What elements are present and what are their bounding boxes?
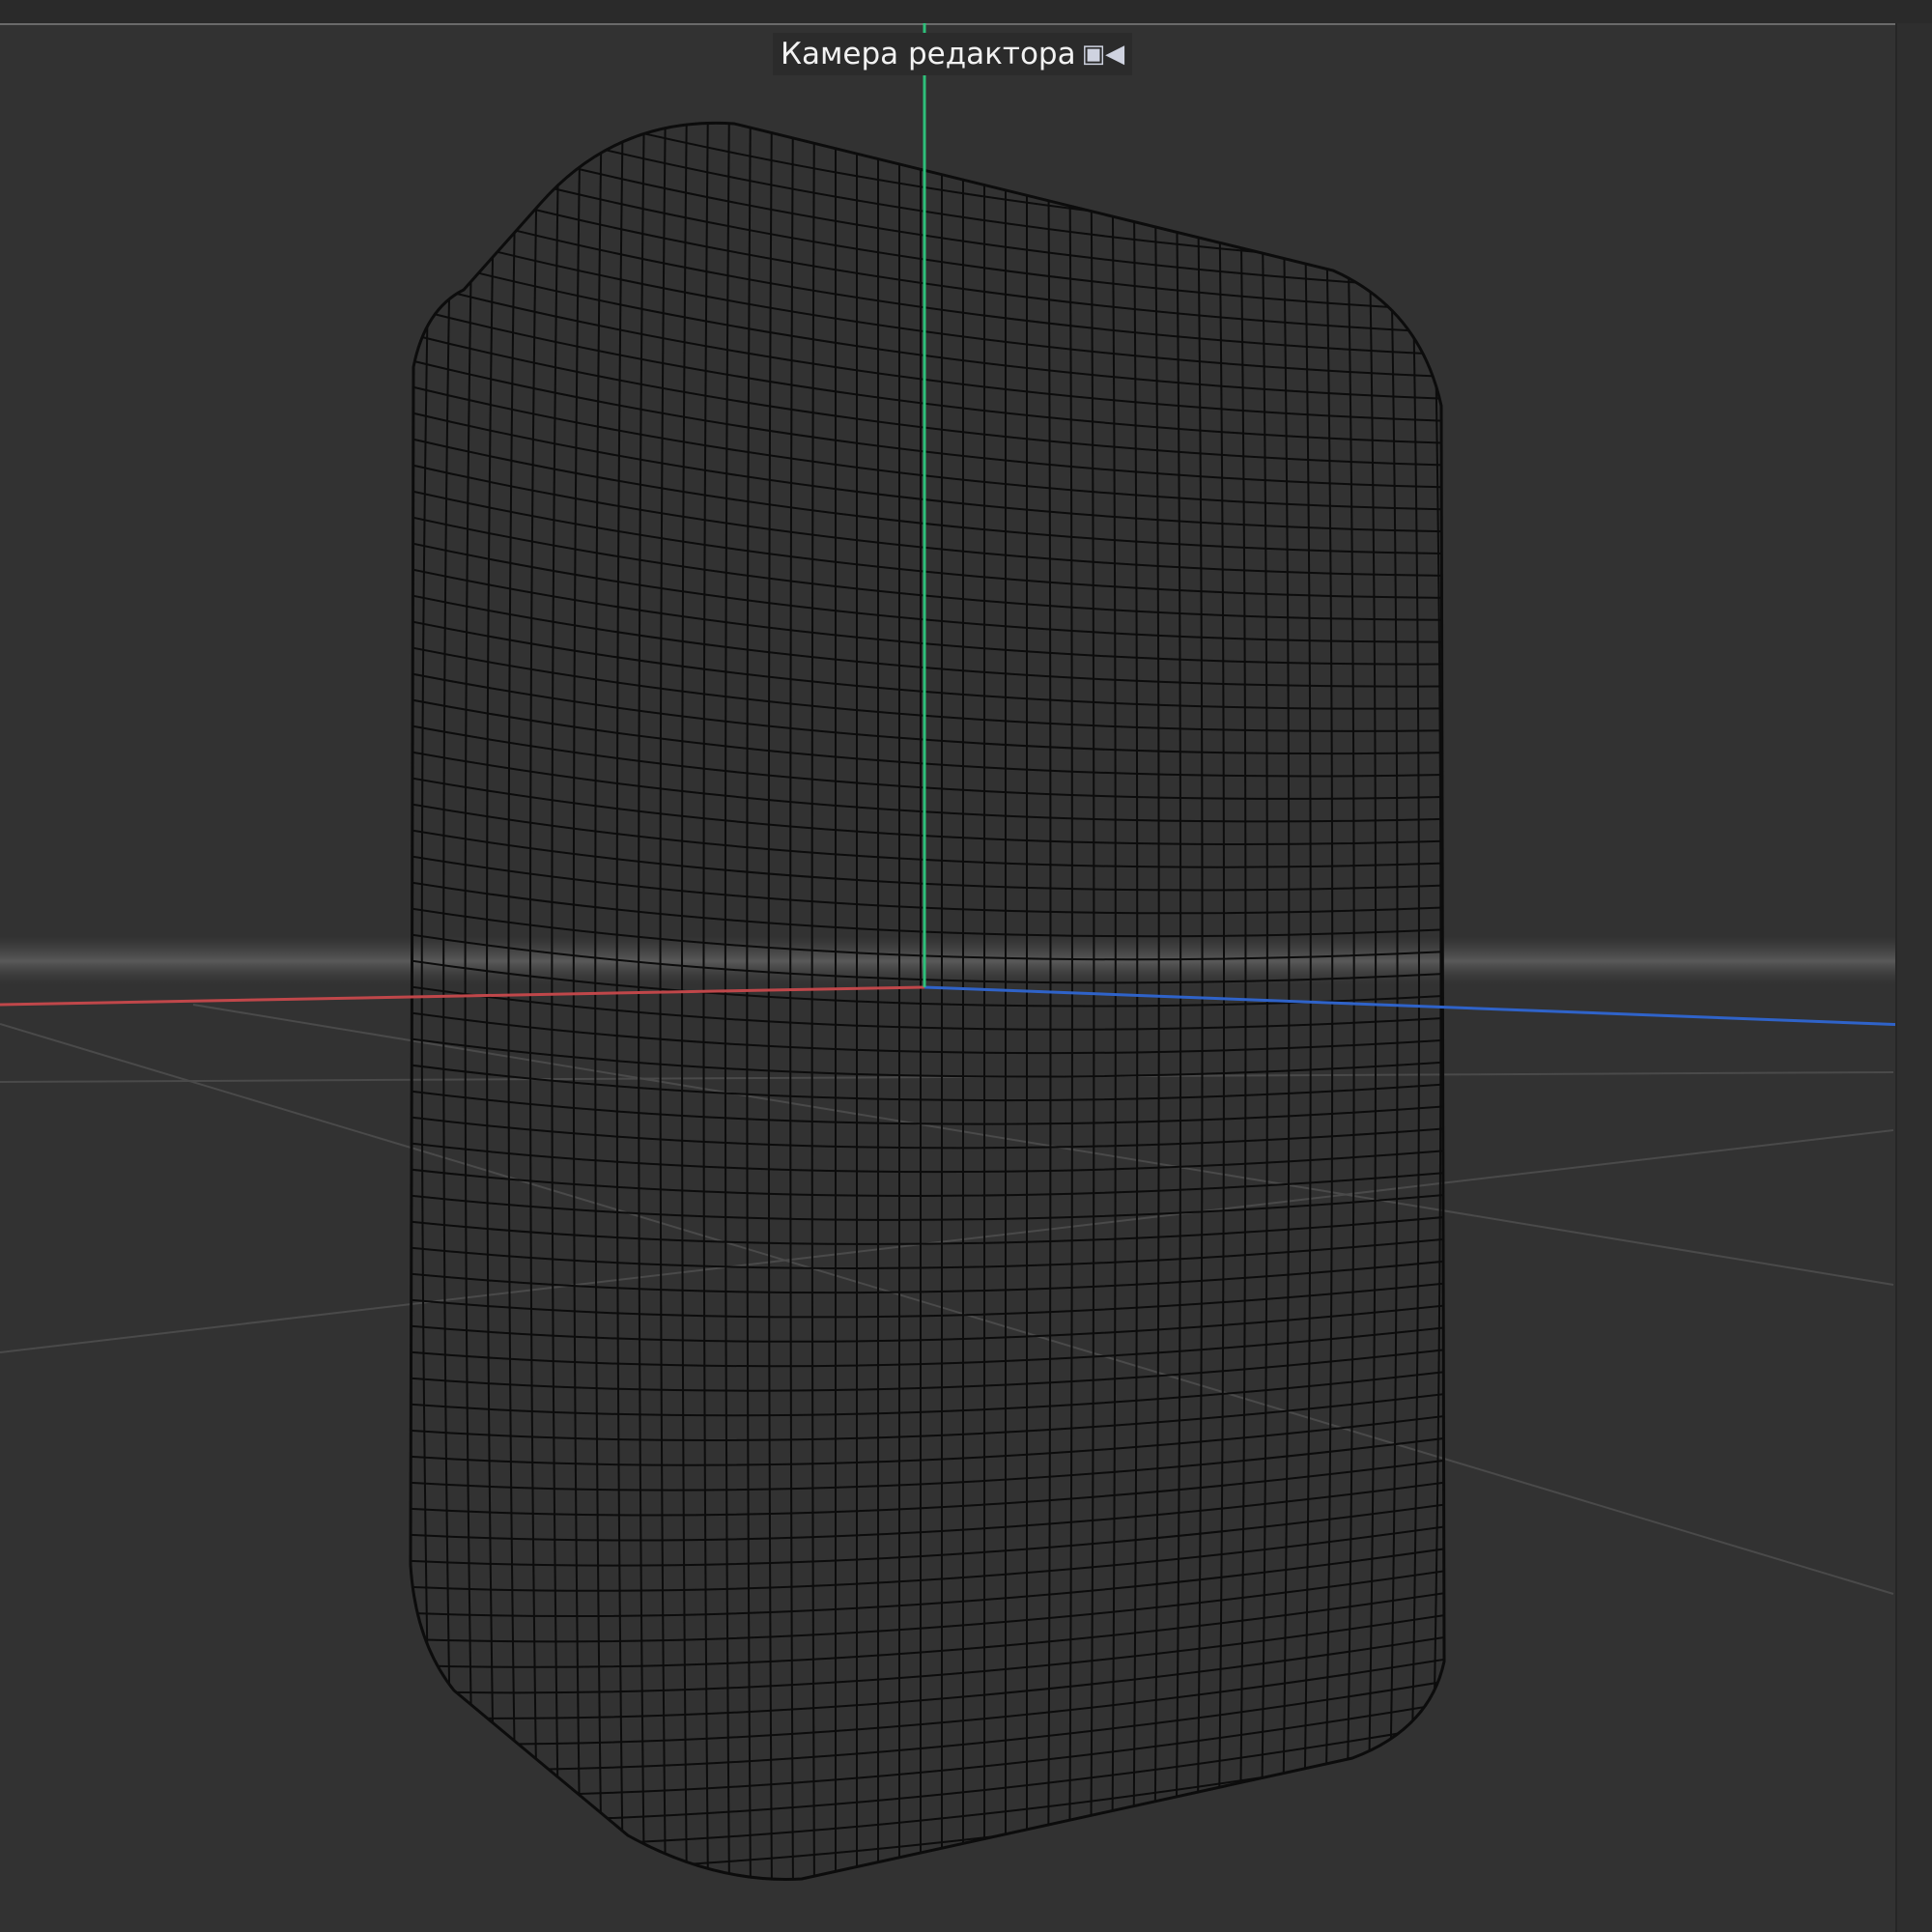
mesh-edge xyxy=(702,123,709,1880)
mesh-edge xyxy=(411,1746,1444,1850)
camera-icon: ▣◀ xyxy=(1081,40,1125,69)
mesh-edge xyxy=(411,463,1444,577)
mesh-edge xyxy=(411,1502,1444,1567)
mesh-edge xyxy=(411,1260,1444,1294)
mesh-edge xyxy=(411,724,1444,800)
mesh-edge xyxy=(411,1089,1444,1125)
mesh-edge xyxy=(411,1790,1444,1880)
mesh-edge xyxy=(1196,123,1204,1880)
mesh-edge xyxy=(1408,123,1420,1880)
mesh-edge xyxy=(411,227,1444,379)
mesh-edge xyxy=(411,123,1444,290)
mesh-edge xyxy=(411,123,1444,245)
mesh-edge xyxy=(1345,123,1355,1880)
mesh-edge xyxy=(411,123,412,1880)
mesh-edge xyxy=(411,1010,1444,1055)
mesh-edge xyxy=(411,1168,1444,1197)
mesh-edge xyxy=(411,175,1444,334)
mesh-edge xyxy=(1175,123,1182,1880)
mesh-edge xyxy=(767,123,773,1880)
x-axis-line xyxy=(0,985,925,1007)
mesh-edge xyxy=(1068,123,1073,1880)
mesh-edge xyxy=(411,305,1444,444)
mesh-edge xyxy=(411,567,1444,666)
mesh-edge xyxy=(810,123,815,1880)
mesh-edge xyxy=(594,123,603,1880)
mesh-edge xyxy=(875,123,879,1880)
mesh-edge xyxy=(1366,123,1378,1880)
mesh-edge xyxy=(411,1459,1444,1517)
mesh-edge xyxy=(411,357,1444,489)
mesh-edge xyxy=(411,1116,1444,1150)
mesh-edge xyxy=(638,123,645,1880)
mesh-edge xyxy=(411,541,1444,643)
mesh-edge xyxy=(1430,123,1442,1880)
mesh-edge xyxy=(411,1680,1444,1772)
mesh-edge xyxy=(411,697,1444,778)
ground-grid xyxy=(0,1004,1894,1595)
mesh-edge xyxy=(411,279,1444,422)
mesh-edge xyxy=(1026,123,1031,1880)
mesh-edge xyxy=(411,1414,1444,1466)
mesh-edge xyxy=(411,645,1444,732)
mesh-edge xyxy=(411,253,1444,400)
mesh-edge xyxy=(1238,123,1247,1880)
mesh-edge xyxy=(411,1658,1444,1746)
mesh-edge xyxy=(1302,123,1312,1880)
mesh-edge xyxy=(411,1282,1444,1319)
mesh-edge xyxy=(411,1193,1444,1221)
mesh-edge xyxy=(411,750,1444,823)
mesh-edge xyxy=(411,1481,1444,1542)
mesh-edge xyxy=(1047,123,1052,1880)
mesh-edge xyxy=(962,123,965,1880)
mesh-edge xyxy=(411,1569,1444,1643)
mesh-edge xyxy=(1281,123,1291,1880)
mesh-edge xyxy=(897,123,900,1880)
mesh-edge xyxy=(411,1524,1444,1592)
mesh-edge xyxy=(411,1768,1444,1876)
camera-selector[interactable]: Камера редактора ▣◀ xyxy=(773,33,1133,75)
mesh-edge xyxy=(411,1325,1444,1368)
mesh-edge xyxy=(411,149,1444,312)
mesh-edge xyxy=(411,1370,1444,1417)
mesh-edge xyxy=(659,123,667,1880)
mesh-edge xyxy=(411,1037,1444,1078)
mesh-edge xyxy=(411,1723,1444,1824)
horizon-band xyxy=(0,937,1932,985)
mesh-edge xyxy=(411,489,1444,599)
mesh-edge xyxy=(411,515,1444,621)
mesh-edge xyxy=(411,1348,1444,1392)
mesh-edge xyxy=(411,1635,1444,1719)
mesh-edge xyxy=(789,123,794,1880)
mesh-edge xyxy=(615,123,624,1880)
scene-canvas[interactable] xyxy=(0,0,1932,1932)
scene-viewport[interactable]: Камера редактора ▣◀ xyxy=(0,0,1932,1932)
mesh-edge xyxy=(411,1812,1444,1880)
right-panel-edge[interactable] xyxy=(1895,23,1932,1932)
mesh-edge xyxy=(411,619,1444,710)
mesh-edge xyxy=(411,984,1444,1031)
mesh-edge xyxy=(411,1547,1444,1618)
camera-label: Камера редактора xyxy=(781,37,1076,71)
mesh-edge xyxy=(854,123,858,1880)
mesh-edge xyxy=(1323,123,1334,1880)
mesh-edge xyxy=(411,1613,1444,1694)
